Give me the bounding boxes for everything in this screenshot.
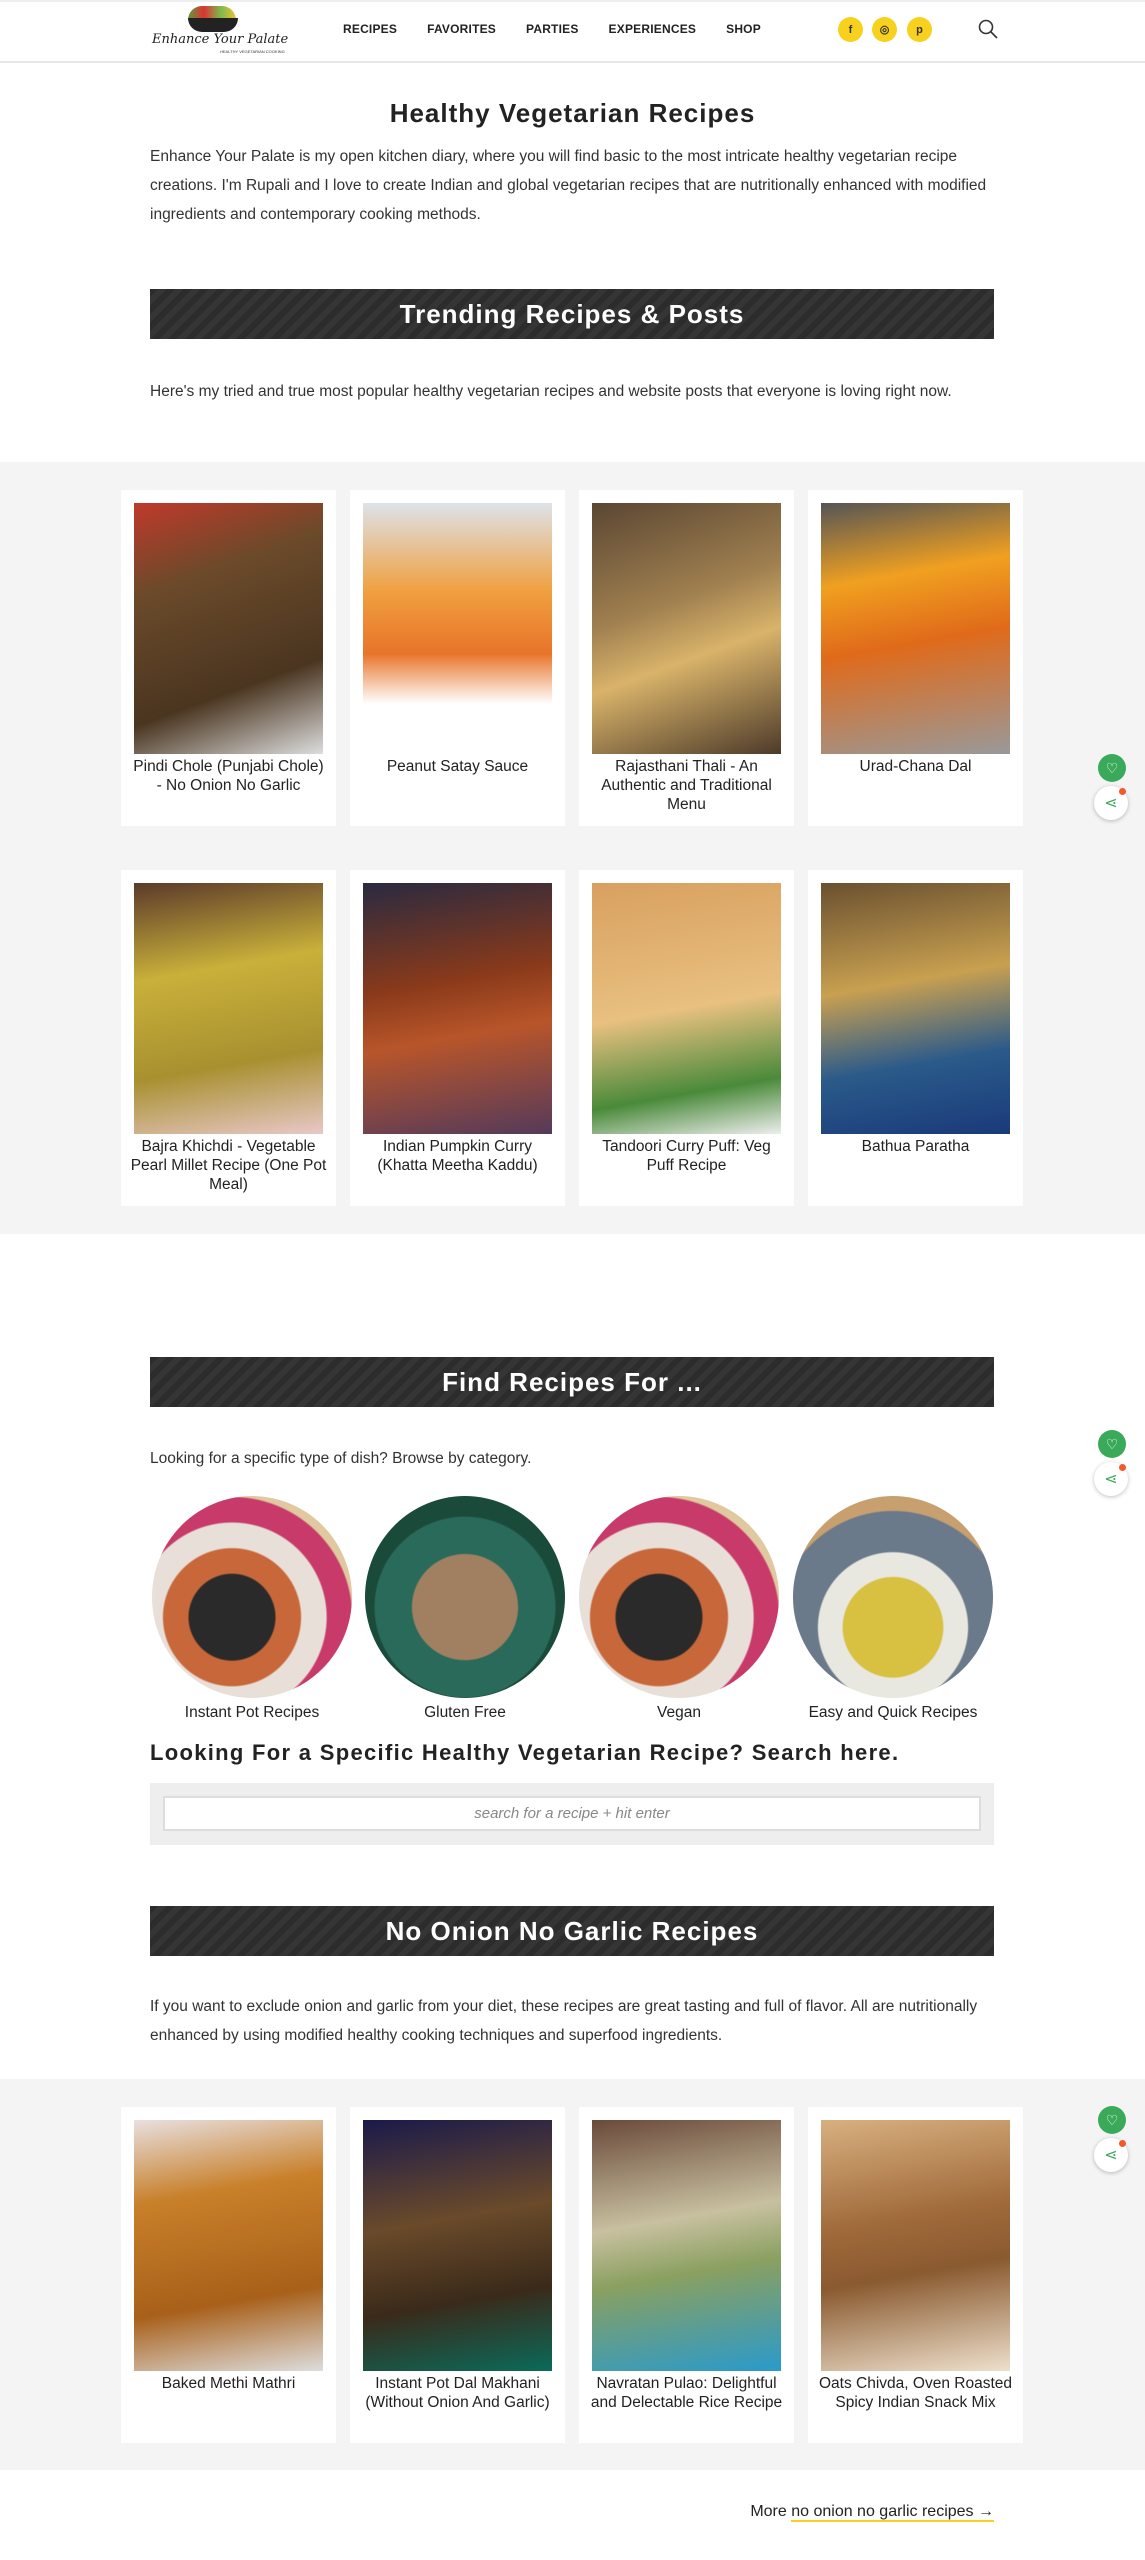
nav-recipes[interactable]: RECIPES bbox=[343, 22, 397, 36]
favorite-heart-icon[interactable]: ♡ bbox=[1098, 2106, 1126, 2134]
recipe-title[interactable]: Tandoori Curry Puff: Veg Puff Recipe bbox=[587, 1137, 786, 1175]
site-header: Enhance Your Palate HEALTHY VEGETARIAN C… bbox=[0, 0, 1145, 63]
recipe-card[interactable]: Oats Chivda, Oven Roasted Spicy Indian S… bbox=[808, 2107, 1023, 2443]
nong-heading: No Onion No Garlic Recipes bbox=[150, 1906, 994, 1956]
favorite-heart-icon[interactable]: ♡ bbox=[1098, 754, 1126, 782]
recipe-image[interactable] bbox=[134, 503, 323, 754]
recipe-image[interactable] bbox=[363, 503, 552, 754]
recipe-search-input[interactable] bbox=[163, 1796, 981, 1831]
intro-text: Enhance Your Palate is my open kitchen d… bbox=[150, 148, 987, 223]
nav-experiences[interactable]: EXPERIENCES bbox=[609, 22, 697, 36]
nong-text: If you want to exclude onion and garlic … bbox=[150, 1998, 978, 2044]
page-title: Healthy Vegetarian Recipes bbox=[389, 98, 756, 128]
recipe-image[interactable] bbox=[363, 2120, 552, 2371]
instagram-icon[interactable]: ◎ bbox=[872, 17, 897, 42]
recipe-card[interactable]: Indian Pumpkin Curry (Khatta Meetha Kadd… bbox=[350, 870, 565, 1206]
recipe-title[interactable]: Indian Pumpkin Curry (Khatta Meetha Kadd… bbox=[358, 1137, 557, 1175]
share-icon[interactable]: ⋖ bbox=[1094, 2138, 1128, 2172]
logo-text: Enhance Your Palate bbox=[152, 32, 289, 47]
more-prefix: More bbox=[750, 2503, 792, 2520]
logo-pan bbox=[188, 18, 238, 32]
logo-subtitle: HEALTHY VEGETARIAN COOKING bbox=[220, 49, 285, 54]
recipe-card[interactable]: Pindi Chole (Punjabi Chole) - No Onion N… bbox=[121, 490, 336, 826]
search-heading: Looking For a Specific Healthy Vegetaria… bbox=[150, 1740, 900, 1765]
recipe-title[interactable]: Bathua Paratha bbox=[816, 1137, 1015, 1156]
recipe-card[interactable]: Baked Methi Mathri bbox=[121, 2107, 336, 2443]
category-label[interactable]: Vegan bbox=[569, 1704, 789, 1722]
nav-parties[interactable]: PARTIES bbox=[526, 22, 579, 36]
category-label[interactable]: Easy and Quick Recipes bbox=[783, 1704, 1003, 1722]
category-image[interactable] bbox=[579, 1496, 779, 1698]
recipe-image[interactable] bbox=[592, 883, 781, 1134]
share-icon[interactable]: ⋖ bbox=[1094, 786, 1128, 820]
find-text: Looking for a specific type of dish? Bro… bbox=[150, 1450, 532, 1467]
main-nav: RECIPES FAVORITES PARTIES EXPERIENCES SH… bbox=[343, 22, 761, 36]
recipe-title[interactable]: Pindi Chole (Punjabi Chole) - No Onion N… bbox=[129, 757, 328, 795]
recipe-card[interactable]: Rajasthani Thali - An Authentic and Trad… bbox=[579, 490, 794, 826]
search-icon[interactable] bbox=[977, 18, 999, 40]
recipe-card[interactable]: Bajra Khichdi - Vegetable Pearl Millet R… bbox=[121, 870, 336, 1206]
category-label[interactable]: Gluten Free bbox=[355, 1704, 575, 1722]
nav-shop[interactable]: SHOP bbox=[726, 22, 761, 36]
category-label[interactable]: Instant Pot Recipes bbox=[142, 1704, 362, 1722]
pinterest-icon[interactable]: p bbox=[907, 17, 932, 42]
recipe-image[interactable] bbox=[821, 883, 1010, 1134]
more-nong-link[interactable]: no onion no garlic recipes → bbox=[791, 2503, 994, 2522]
recipe-card[interactable]: Instant Pot Dal Makhani (Without Onion A… bbox=[350, 2107, 565, 2443]
recipe-title[interactable]: Bajra Khichdi - Vegetable Pearl Millet R… bbox=[129, 1137, 328, 1194]
recipe-card[interactable]: Peanut Satay Sauce bbox=[350, 490, 565, 826]
recipe-title[interactable]: Rajasthani Thali - An Authentic and Trad… bbox=[587, 757, 786, 814]
more-link-row: More no onion no garlic recipes → bbox=[750, 2503, 994, 2522]
recipe-card[interactable]: Navratan Pulao: Delightful and Delectabl… bbox=[579, 2107, 794, 2443]
recipe-image[interactable] bbox=[821, 503, 1010, 754]
recipe-title[interactable]: Oats Chivda, Oven Roasted Spicy Indian S… bbox=[816, 2374, 1015, 2412]
recipe-card[interactable]: Urad-Chana Dal bbox=[808, 490, 1023, 826]
recipe-image[interactable] bbox=[134, 2120, 323, 2371]
category-image[interactable] bbox=[365, 1496, 565, 1698]
recipe-image[interactable] bbox=[821, 2120, 1010, 2371]
trending-text: Here's my tried and true most popular he… bbox=[150, 383, 952, 400]
recipe-title[interactable]: Navratan Pulao: Delightful and Delectabl… bbox=[587, 2374, 786, 2412]
favorite-heart-icon[interactable]: ♡ bbox=[1098, 1430, 1126, 1458]
recipe-image[interactable] bbox=[363, 883, 552, 1134]
recipe-title[interactable]: Peanut Satay Sauce bbox=[358, 757, 557, 776]
trending-heading: Trending Recipes & Posts bbox=[150, 289, 994, 339]
recipe-image[interactable] bbox=[592, 503, 781, 754]
facebook-icon[interactable]: f bbox=[838, 17, 863, 42]
category-image[interactable] bbox=[793, 1496, 993, 1698]
find-heading: Find Recipes For ... bbox=[150, 1357, 994, 1407]
share-icon[interactable]: ⋖ bbox=[1094, 1462, 1128, 1496]
nav-favorites[interactable]: FAVORITES bbox=[427, 22, 496, 36]
recipe-image[interactable] bbox=[592, 2120, 781, 2371]
category-image[interactable] bbox=[152, 1496, 352, 1698]
recipe-title[interactable]: Baked Methi Mathri bbox=[129, 2374, 328, 2393]
recipe-image[interactable] bbox=[134, 883, 323, 1134]
recipe-card[interactable]: Tandoori Curry Puff: Veg Puff Recipe bbox=[579, 870, 794, 1206]
recipe-title[interactable]: Urad-Chana Dal bbox=[816, 757, 1015, 776]
site-logo[interactable]: Enhance Your Palate HEALTHY VEGETARIAN C… bbox=[150, 4, 290, 60]
recipe-card[interactable]: Bathua Paratha bbox=[808, 870, 1023, 1206]
search-form bbox=[150, 1783, 994, 1845]
recipe-title[interactable]: Instant Pot Dal Makhani (Without Onion A… bbox=[358, 2374, 557, 2412]
